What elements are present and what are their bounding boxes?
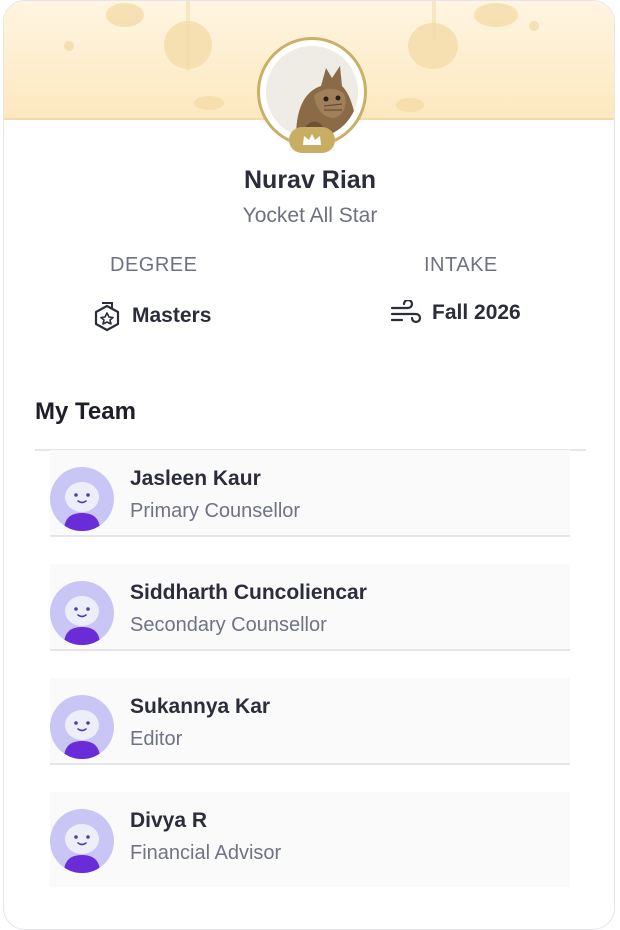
member-name: Siddharth Cuncoliencar xyxy=(130,581,367,604)
decor-coin xyxy=(396,98,424,112)
person-avatar-icon xyxy=(50,695,114,759)
cat-photo-icon xyxy=(266,46,358,138)
team-member-card[interactable]: Siddharth Cuncoliencar Secondary Counsel… xyxy=(50,564,570,651)
decor-coin xyxy=(529,21,539,31)
member-avatar xyxy=(50,809,114,873)
crown-icon xyxy=(303,134,321,145)
member-role: Primary Counsellor xyxy=(130,500,301,522)
profile-name: Nurav Rian xyxy=(244,166,376,194)
decor-coin xyxy=(408,23,458,69)
intake-value-text: Fall 2026 xyxy=(432,301,521,324)
member-role: Financial Advisor xyxy=(130,842,282,864)
cat-photo xyxy=(266,46,358,138)
member-role: Editor xyxy=(130,728,183,750)
decor-coin xyxy=(64,41,74,51)
member-name: Jasleen Kaur xyxy=(130,467,261,490)
profile-avatar xyxy=(257,37,367,153)
decor-coin xyxy=(194,96,224,110)
decor-coin xyxy=(106,3,144,27)
degree-label: DEGREE xyxy=(110,254,198,276)
person-avatar-icon xyxy=(50,581,114,645)
intake-value: Fall 2026 xyxy=(390,300,521,326)
badge-icon xyxy=(94,302,120,332)
decor-coin xyxy=(164,21,212,69)
my-team-heading: My Team xyxy=(35,398,136,425)
member-avatar xyxy=(50,467,114,531)
degree-value: Masters xyxy=(92,300,211,332)
profile-subtitle: Yocket All Star xyxy=(242,204,378,227)
team-member-card[interactable]: Divya R Financial Advisor xyxy=(50,792,570,887)
crown-badge xyxy=(289,127,335,153)
member-avatar xyxy=(50,581,114,645)
member-avatar xyxy=(50,695,114,759)
wind-icon xyxy=(390,300,422,324)
team-member-card[interactable]: Jasleen Kaur Primary Counsellor xyxy=(50,450,570,537)
member-name: Divya R xyxy=(130,809,208,832)
intake-label: INTAKE xyxy=(424,254,498,276)
team-member-card[interactable]: Sukannya Kar Editor xyxy=(50,678,570,765)
member-role: Secondary Counsellor xyxy=(130,614,327,636)
decor-coin xyxy=(474,3,518,27)
degree-value-text: Masters xyxy=(132,304,212,327)
person-avatar-icon xyxy=(50,467,114,531)
member-name: Sukannya Kar xyxy=(130,695,271,718)
person-avatar-icon xyxy=(50,809,114,873)
